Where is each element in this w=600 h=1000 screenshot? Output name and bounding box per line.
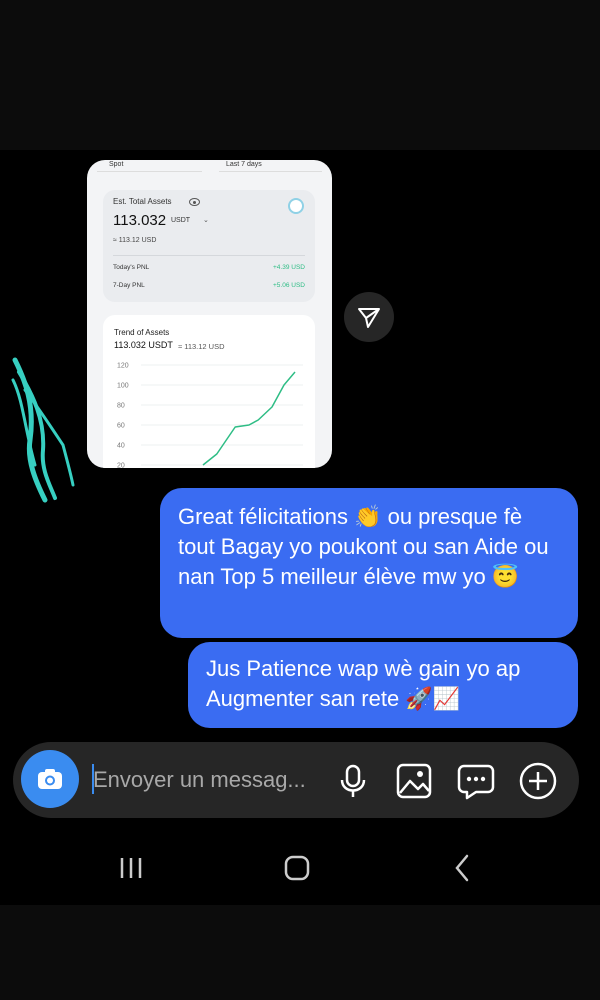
message-bubble[interactable]: Jus Patience wap wè gain yo ap Augmenter… (188, 642, 578, 728)
trend-usd: ≈ 113.12 USD (178, 342, 225, 351)
divider (113, 255, 305, 256)
y-tick-label: 20 (117, 463, 125, 469)
eye-icon (189, 198, 200, 206)
share-button[interactable] (344, 292, 394, 342)
tab-divider (219, 171, 322, 172)
tab-divider (97, 171, 202, 172)
bottom-area (0, 905, 600, 1000)
trend-card: Trend of Assets 113.032 USDT ≈ 113.12 US… (103, 315, 315, 468)
chevron-down-icon: ⌄ (203, 217, 209, 224)
total-assets-usd: ≈ 113.12 USD (113, 237, 157, 244)
todays-pnl-label: Today's PNL (113, 264, 150, 271)
trend-line (202, 371, 296, 466)
screenshot-tabs: Spot Last 7 days (87, 160, 332, 172)
home-icon[interactable] (282, 848, 312, 888)
recent-apps-icon[interactable] (118, 848, 146, 888)
y-tick-label: 40 (117, 443, 125, 450)
doodle-drawing (11, 357, 75, 503)
status-area (0, 0, 600, 150)
message-input[interactable] (93, 762, 331, 798)
y-tick-label: 120 (117, 363, 129, 370)
coin-icon (288, 198, 304, 214)
trend-chart: 120 100 80 60 40 20 (117, 363, 303, 469)
tab-last-7-days: Last 7 days (226, 161, 262, 168)
send-icon (358, 308, 380, 328)
y-tick-label: 100 (117, 383, 129, 390)
chat-sticker-icon[interactable] (456, 761, 496, 801)
est-total-assets-label: Est. Total Assets (113, 197, 172, 206)
trend-value: 113.032 USDT (114, 340, 173, 350)
plus-icon[interactable] (518, 761, 558, 801)
camera-icon (38, 769, 62, 789)
assets-card: Est. Total Assets 113.032 USDT ⌄ ≈ 113.1… (103, 190, 315, 302)
seven-day-pnl-label: 7-Day PNL (113, 282, 145, 289)
total-assets-value: 113.032 (113, 212, 167, 229)
seven-day-pnl-value: +5.06 USD (273, 282, 305, 289)
camera-button[interactable] (21, 750, 79, 808)
message-composer (13, 742, 579, 818)
shared-screenshot[interactable]: Spot Last 7 days Est. Total Assets 113.0… (87, 160, 332, 468)
message-bubble[interactable]: Great félicitations 👏 ou presque fè tout… (160, 488, 578, 638)
back-icon[interactable] (450, 848, 474, 888)
microphone-icon[interactable] (333, 761, 373, 801)
trend-title: Trend of Assets (114, 328, 170, 337)
gallery-icon[interactable] (394, 761, 434, 801)
y-tick-label: 80 (117, 403, 125, 410)
y-tick-label: 60 (117, 423, 125, 430)
total-assets-unit: USDT (171, 217, 191, 224)
tab-spot: Spot (109, 161, 124, 168)
todays-pnl-value: +4.39 USD (273, 264, 305, 271)
